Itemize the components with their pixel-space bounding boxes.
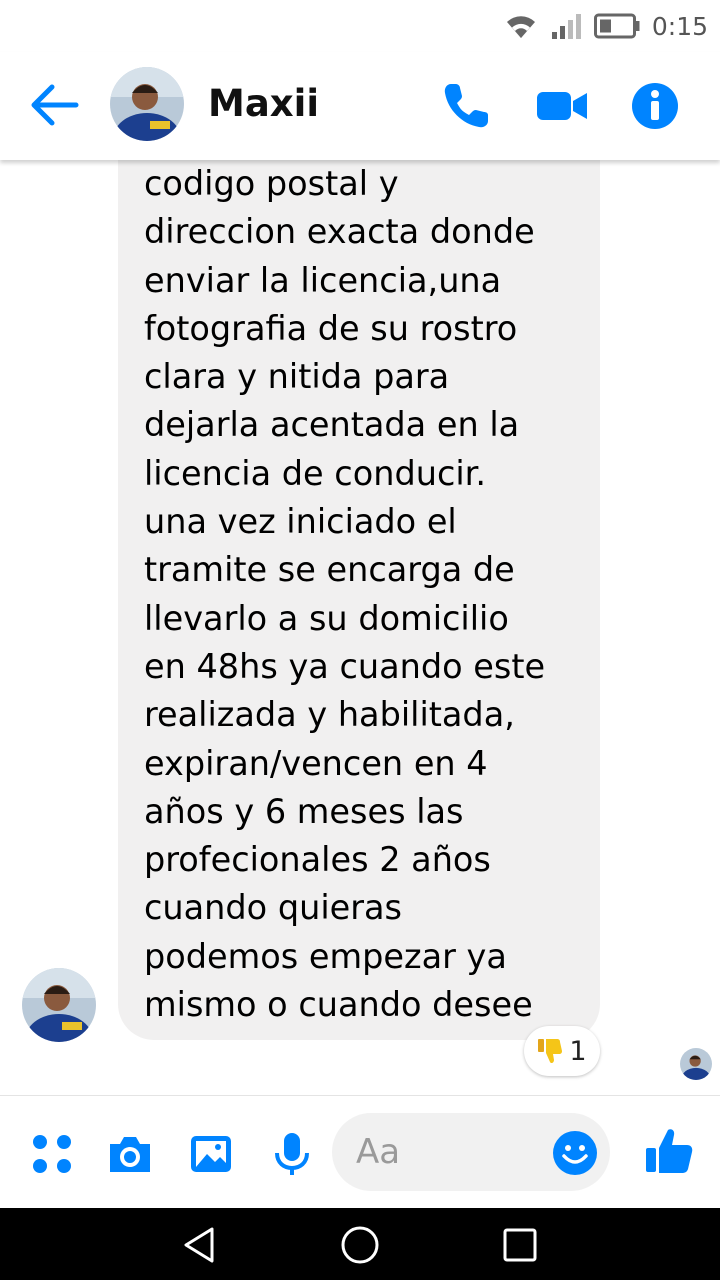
status-icons: 0:15 <box>504 8 708 44</box>
message-reaction[interactable]: 1 <box>524 1026 600 1076</box>
video-call-icon[interactable] <box>535 80 589 132</box>
back-arrow-icon[interactable] <box>28 82 80 128</box>
contact-name[interactable]: Maxii <box>208 82 319 125</box>
system-navigation-bar <box>0 1208 720 1280</box>
info-icon[interactable] <box>630 81 680 131</box>
seen-indicator-avatar <box>680 1048 712 1080</box>
sender-avatar[interactable] <box>22 968 96 1042</box>
microphone-icon[interactable] <box>268 1130 316 1178</box>
wifi-icon <box>506 16 535 38</box>
signal-icon <box>551 14 581 39</box>
message-composer <box>0 1095 720 1208</box>
reaction-count: 1 <box>569 1035 587 1067</box>
conversation-header: Maxii <box>0 52 720 160</box>
nav-home-icon[interactable] <box>338 1223 382 1267</box>
like-thumbs-up-icon[interactable] <box>644 1126 694 1176</box>
contact-avatar[interactable] <box>110 67 184 141</box>
status-bar: 0:15 <box>0 0 720 52</box>
battery-icon <box>593 13 640 39</box>
status-time: 0:15 <box>651 11 708 41</box>
thumbs-down-icon <box>538 1039 563 1064</box>
more-options-icon[interactable] <box>28 1130 76 1178</box>
camera-icon[interactable] <box>106 1130 154 1178</box>
nav-recents-icon[interactable] <box>498 1223 542 1267</box>
message-thread[interactable]: codigo postal y direccion exacta donde e… <box>0 160 720 1095</box>
message-text: codigo postal y direccion exacta donde e… <box>144 164 546 1025</box>
emoji-icon[interactable] <box>552 1130 598 1176</box>
nav-back-icon[interactable] <box>178 1223 222 1267</box>
gallery-icon[interactable] <box>187 1130 235 1178</box>
phone-call-icon[interactable] <box>440 80 492 132</box>
